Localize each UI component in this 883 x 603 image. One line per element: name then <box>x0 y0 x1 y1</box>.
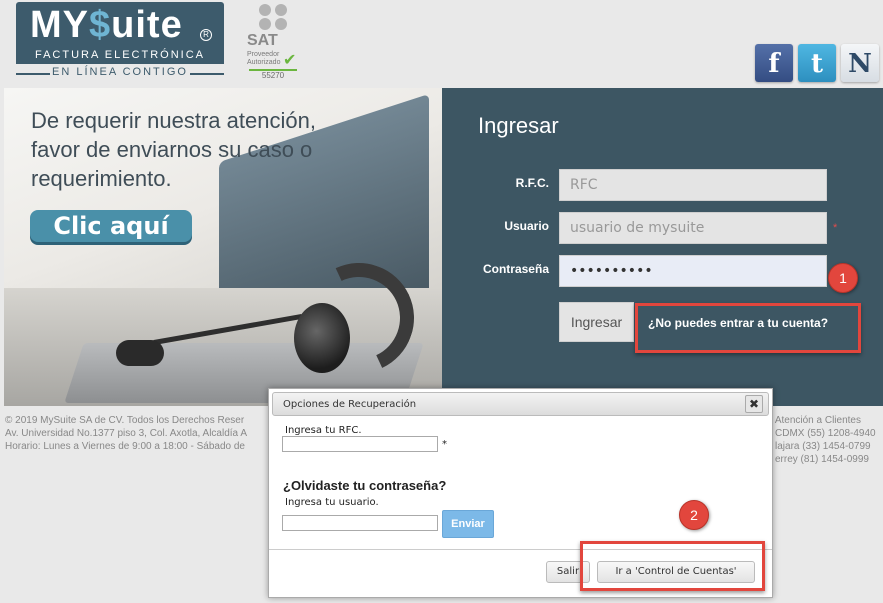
footer-phone-mty: errey (81) 1454-0999 <box>775 454 869 465</box>
footer-support-title: | Atención a Clientes <box>770 415 861 426</box>
sat-title: SAT <box>247 32 278 49</box>
login-title: Ingresar <box>478 113 559 138</box>
header: MY$uite R FACTURA ELECTRÓNICA EN LÍNEA C… <box>0 0 883 88</box>
annotation-badge-2: 2 <box>679 500 709 530</box>
logo-tagline: EN LÍNEA CONTIGO <box>16 66 224 78</box>
banner-mic <box>116 340 164 366</box>
rfc-label: R.F.C. <box>515 176 549 190</box>
mysuite-logo[interactable]: MY$uite R FACTURA ELECTRÓNICA <box>16 2 224 64</box>
dialog-title: Opciones de Recuperación <box>283 399 417 410</box>
send-button[interactable]: Enviar <box>442 510 494 538</box>
rfc-prompt: Ingresa tu RFC. <box>285 425 362 436</box>
annotation-badge-1: 1 <box>828 263 858 293</box>
footer-copyright: © 2019 MySuite SA de CV. Todos los Derec… <box>5 415 245 426</box>
password-label: Contraseña <box>482 262 549 276</box>
user-label: Usuario <box>504 219 549 233</box>
login-button[interactable]: Ingresar <box>559 302 634 342</box>
click-here-button[interactable]: Clic aquí <box>30 210 192 242</box>
logo-wordmark: MY$uite <box>30 4 183 46</box>
recovery-required-mark: * <box>442 439 447 450</box>
dialog-titlebar[interactable]: Opciones de Recuperación ✖ <box>272 392 769 416</box>
footer-phone-gdl: lajara (33) 1454-0799 <box>775 441 871 452</box>
banner-earcup <box>294 303 350 373</box>
close-icon[interactable]: ✖ <box>745 395 763 413</box>
twitter-icon[interactable]: t <box>798 44 836 82</box>
news-icon[interactable]: N <box>841 44 879 82</box>
registered-icon: R <box>200 29 212 41</box>
sat-badge: SAT Proveedor Autorizado ✔ 55270 <box>247 4 303 80</box>
user-prompt: Ingresa tu usuario. <box>285 497 379 508</box>
highlight-box-1 <box>635 303 861 353</box>
logo-subtitle: FACTURA ELECTRÓNICA <box>34 49 206 61</box>
footer-address: Av. Universidad No.1377 piso 3, Col. Axo… <box>5 428 247 439</box>
password-input[interactable]: •••••••••• <box>559 255 827 287</box>
forgot-password-heading: ¿Olvidaste tu contraseña? <box>283 478 447 493</box>
banner-message: De requerir nuestra atención, favor de e… <box>31 108 316 191</box>
recovery-user-input[interactable] <box>282 515 438 531</box>
support-banner: De requerir nuestra atención, favor de e… <box>4 88 442 406</box>
user-input[interactable]: usuario de mysuite <box>559 212 827 244</box>
sat-subtitle: Proveedor Autorizado <box>247 51 281 66</box>
rfc-input[interactable]: RFC <box>559 169 827 201</box>
highlight-box-2 <box>580 541 765 591</box>
sat-dots-icon <box>259 4 291 32</box>
footer-phone-cdmx: CDMX (55) 1208-4940 <box>775 428 876 439</box>
footer-hours: Horario: Lunes a Viernes de 9:00 a 18:00… <box>5 441 245 452</box>
checkmark-icon: ✔ <box>283 52 297 69</box>
facebook-icon[interactable]: f <box>755 44 793 82</box>
login-panel: Ingresar R.F.C. RFC Usuario usuario de m… <box>442 88 883 406</box>
required-mark: * <box>833 222 838 234</box>
sat-number: 55270 <box>249 69 297 80</box>
recovery-rfc-input[interactable] <box>282 436 438 452</box>
